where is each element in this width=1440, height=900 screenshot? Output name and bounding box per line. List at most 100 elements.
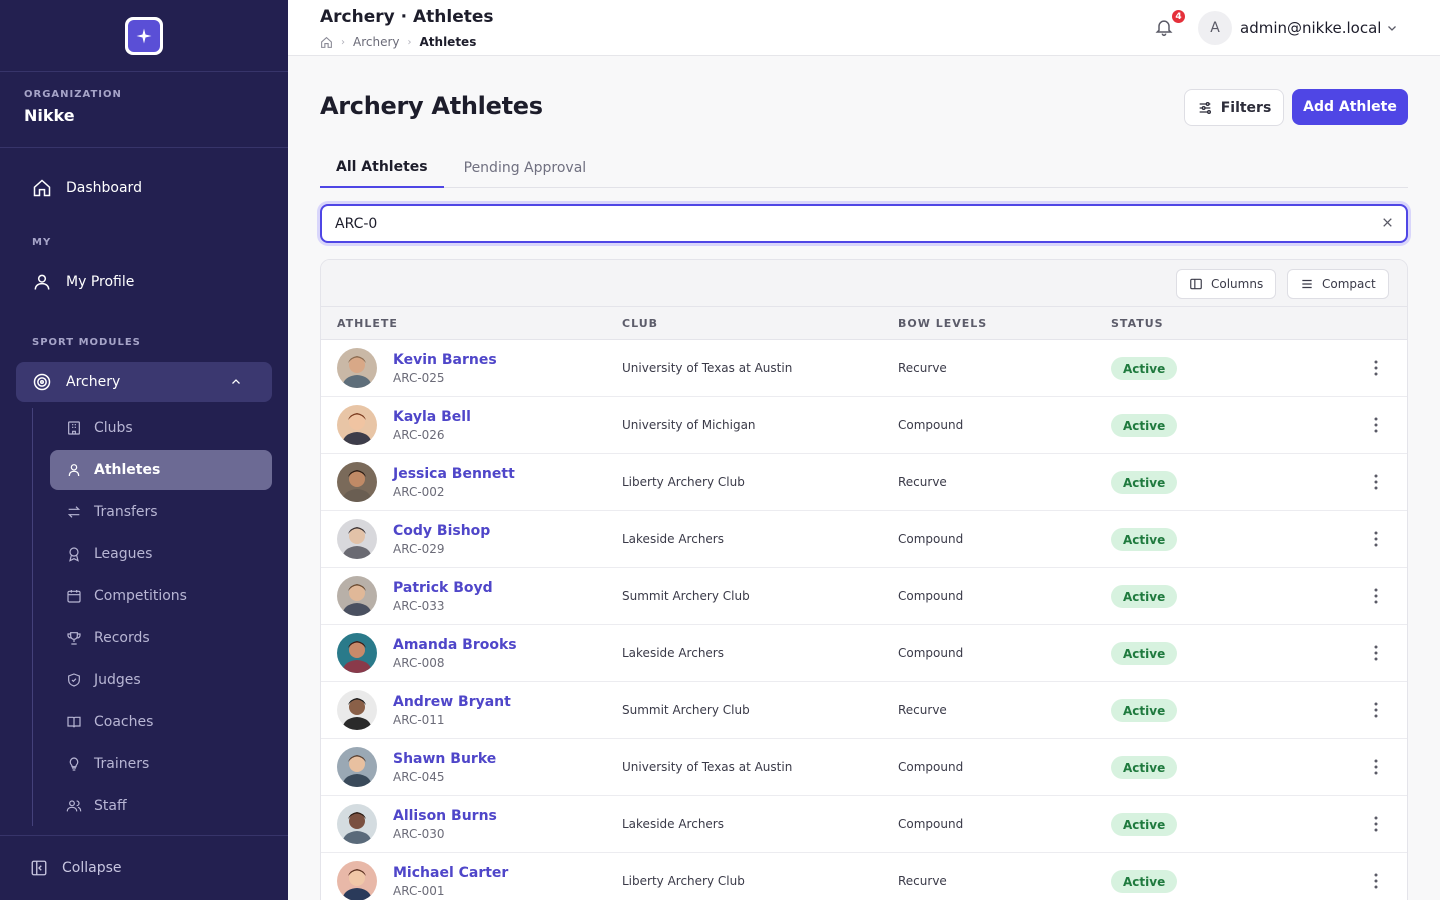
table-row[interactable]: Michael Carter ARC-001 Liberty Archery C… <box>321 853 1407 900</box>
header-title: Archery · Athletes <box>320 7 494 27</box>
sidebar-item-coaches[interactable]: Coaches <box>50 702 272 742</box>
sidebar-item-dashboard[interactable]: Dashboard <box>16 168 272 208</box>
athlete-bow-level: Recurve <box>898 874 947 888</box>
table-row[interactable]: Kevin Barnes ARC-025 University of Texas… <box>321 340 1407 397</box>
athlete-name-link[interactable]: Kayla Bell <box>393 409 471 425</box>
search-input[interactable] <box>322 206 1322 241</box>
table-row[interactable]: Cody Bishop ARC-029 Lakeside Archers Com… <box>321 511 1407 568</box>
sidebar-item-judges[interactable]: Judges <box>50 660 272 700</box>
table-row[interactable]: Kayla Bell ARC-026 University of Michiga… <box>321 397 1407 454</box>
table-row[interactable]: Allison Burns ARC-030 Lakeside Archers C… <box>321 796 1407 853</box>
archery-submenu: Clubs Athletes Transfers Leagues Competi… <box>32 408 272 826</box>
filters-button[interactable]: Filters <box>1184 89 1284 126</box>
athlete-code: ARC-002 <box>393 485 445 499</box>
more-vertical-icon[interactable] <box>1373 360 1379 376</box>
more-vertical-icon[interactable] <box>1373 816 1379 832</box>
athlete-code: ARC-011 <box>393 713 445 727</box>
table-row[interactable]: Jessica Bennett ARC-002 Liberty Archery … <box>321 454 1407 511</box>
more-vertical-icon[interactable] <box>1373 759 1379 775</box>
athlete-name-link[interactable]: Cody Bishop <box>393 523 490 539</box>
user-email[interactable]: admin@nikke.local <box>1240 19 1381 37</box>
sidebar-item-staff[interactable]: Staff <box>50 786 272 826</box>
column-header-status[interactable]: STATUS <box>1111 317 1164 330</box>
more-vertical-icon[interactable] <box>1373 417 1379 433</box>
tabs: All Athletes Pending Approval <box>320 148 1408 188</box>
breadcrumb-archery[interactable]: Archery <box>353 35 400 49</box>
sidebar-item-label: Leagues <box>94 546 153 562</box>
athlete-name-link[interactable]: Kevin Barnes <box>393 352 497 368</box>
close-icon[interactable] <box>1381 216 1394 229</box>
columns-button[interactable]: Columns <box>1176 269 1277 299</box>
sidebar-collapse-icon <box>31 860 47 876</box>
more-vertical-icon[interactable] <box>1373 588 1379 604</box>
athlete-club: Lakeside Archers <box>622 532 724 546</box>
athlete-name-link[interactable]: Patrick Boyd <box>393 580 493 596</box>
sidebar-item-my-profile[interactable]: My Profile <box>16 262 272 302</box>
athlete-avatar <box>337 690 377 730</box>
award-icon <box>69 547 79 562</box>
sliders-icon <box>1199 101 1211 114</box>
more-vertical-icon[interactable] <box>1373 645 1379 661</box>
more-vertical-icon[interactable] <box>1373 474 1379 490</box>
table-body: Kevin Barnes ARC-025 University of Texas… <box>321 340 1407 900</box>
more-vertical-icon[interactable] <box>1373 531 1379 547</box>
athlete-name-link[interactable]: Andrew Bryant <box>393 694 511 710</box>
sidebar-item-transfers[interactable]: Transfers <box>50 492 272 532</box>
app-logo[interactable] <box>125 16 163 55</box>
athlete-name-link[interactable]: Amanda Brooks <box>393 637 517 653</box>
sidebar: ORGANIZATION Nikke Dashboard MY My Profi… <box>0 0 288 900</box>
column-header-club[interactable]: CLUB <box>622 317 658 330</box>
building-icon <box>68 421 80 435</box>
compact-button[interactable]: Compact <box>1287 269 1389 299</box>
athlete-club: Liberty Archery Club <box>622 475 745 489</box>
add-athlete-button[interactable]: Add Athlete <box>1292 89 1408 125</box>
shield-icon <box>68 673 80 687</box>
avatar[interactable]: A <box>1198 11 1232 45</box>
sidebar-item-athletes[interactable]: Athletes <box>50 450 272 490</box>
athlete-bow-level: Recurve <box>898 361 947 375</box>
sidebar-item-clubs[interactable]: Clubs <box>50 408 272 448</box>
chevron-down-icon[interactable] <box>1386 22 1398 34</box>
status-badge: Active <box>1111 585 1178 608</box>
column-header-bow-levels[interactable]: BOW LEVELS <box>898 317 987 330</box>
athlete-club: University of Texas at Austin <box>622 760 793 774</box>
home-icon[interactable] <box>320 36 333 49</box>
athlete-code: ARC-033 <box>393 599 445 613</box>
table-row[interactable]: Shawn Burke ARC-045 University of Texas … <box>321 739 1407 796</box>
section-label-my: MY <box>32 236 52 248</box>
sidebar-item-trainers[interactable]: Trainers <box>50 744 272 784</box>
sidebar-item-records[interactable]: Records <box>50 618 272 658</box>
athlete-name-link[interactable]: Allison Burns <box>393 808 497 824</box>
table-row[interactable]: Amanda Brooks ARC-008 Lakeside Archers C… <box>321 625 1407 682</box>
tab-pending-approval[interactable]: Pending Approval <box>448 148 603 188</box>
more-vertical-icon[interactable] <box>1373 873 1379 889</box>
table-header: ATHLETE CLUB BOW LEVELS STATUS <box>321 307 1407 340</box>
sidebar-item-competitions[interactable]: Competitions <box>50 576 272 616</box>
top-header: Archery · Athletes › Archery › Athletes … <box>288 0 1440 56</box>
table-row[interactable]: Andrew Bryant ARC-011 Summit Archery Clu… <box>321 682 1407 739</box>
sidebar-item-label: Coaches <box>94 714 154 730</box>
athlete-bow-level: Compound <box>898 760 964 774</box>
status-badge: Active <box>1111 756 1178 779</box>
athlete-avatar <box>337 405 377 445</box>
athlete-name-link[interactable]: Shawn Burke <box>393 751 496 767</box>
athlete-name-link[interactable]: Jessica Bennett <box>393 466 515 482</box>
athlete-club: University of Texas at Austin <box>622 361 793 375</box>
sidebar-item-label: Competitions <box>94 588 187 604</box>
more-vertical-icon[interactable] <box>1373 702 1379 718</box>
organization-name: Nikke <box>24 106 75 125</box>
target-icon <box>33 373 51 391</box>
status-badge: Active <box>1111 642 1178 665</box>
athlete-code: ARC-030 <box>393 827 445 841</box>
athlete-name-link[interactable]: Michael Carter <box>393 865 508 881</box>
tab-all-athletes[interactable]: All Athletes <box>320 148 444 188</box>
sidebar-item-leagues[interactable]: Leagues <box>50 534 272 574</box>
table-row[interactable]: Patrick Boyd ARC-033 Summit Archery Club… <box>321 568 1407 625</box>
sidebar-item-archery[interactable]: Archery <box>16 362 272 402</box>
collapse-button[interactable]: Collapse <box>0 835 288 900</box>
status-badge: Active <box>1111 357 1178 380</box>
column-header-athlete[interactable]: ATHLETE <box>337 317 398 330</box>
athlete-avatar <box>337 462 377 502</box>
notification-badge: 4 <box>1170 8 1187 25</box>
chevron-up-icon <box>232 379 240 384</box>
